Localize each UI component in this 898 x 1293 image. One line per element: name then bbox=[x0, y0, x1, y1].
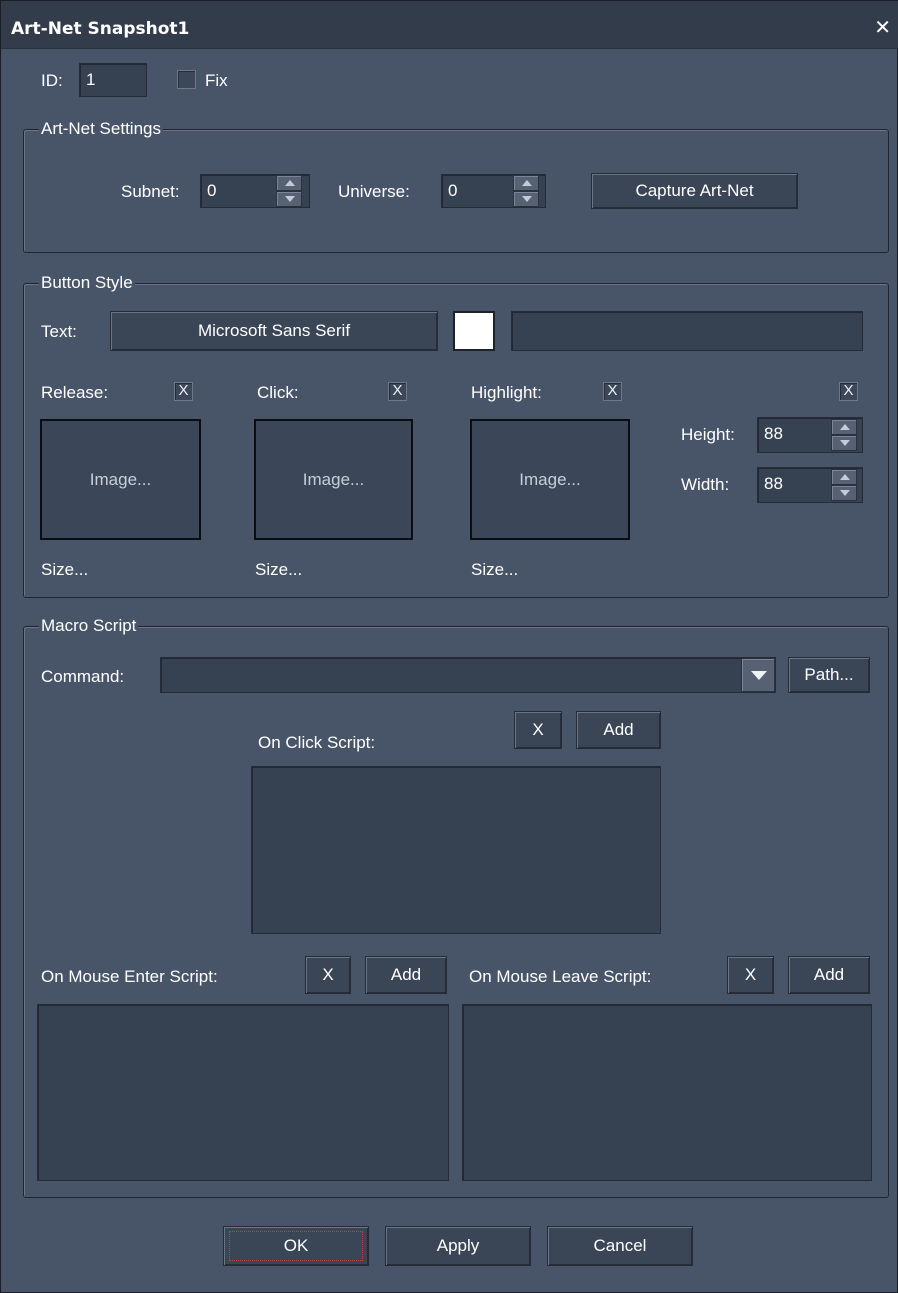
spin-up-icon[interactable] bbox=[831, 419, 857, 435]
command-label: Command: bbox=[41, 667, 125, 686]
release-checkbox[interactable]: X bbox=[174, 382, 193, 401]
click-image[interactable]: Image... bbox=[254, 419, 413, 540]
click-label: Click: bbox=[257, 383, 299, 402]
spin-up-icon[interactable] bbox=[513, 175, 539, 191]
macro-script-title: Macro Script bbox=[39, 616, 139, 636]
width-label: Width: bbox=[681, 475, 730, 494]
cancel-button[interactable]: Cancel bbox=[547, 1226, 693, 1266]
on-click-script-textarea[interactable] bbox=[251, 766, 661, 934]
button-text-field[interactable] bbox=[511, 311, 863, 351]
universe-label: Universe: bbox=[338, 182, 410, 201]
button-style-title: Button Style bbox=[39, 273, 135, 293]
highlight-checkbox[interactable]: X bbox=[603, 382, 622, 401]
on-click-clear-button[interactable]: X bbox=[514, 711, 562, 749]
highlight-image[interactable]: Image... bbox=[470, 419, 630, 540]
size-checkbox[interactable]: X bbox=[839, 382, 858, 401]
on-leave-clear-button[interactable]: X bbox=[727, 956, 774, 994]
release-label: Release: bbox=[41, 383, 109, 402]
width-spinner[interactable] bbox=[831, 469, 857, 501]
height-label: Height: bbox=[681, 425, 735, 444]
font-button[interactable]: Microsoft Sans Serif bbox=[110, 311, 438, 351]
click-checkbox[interactable]: X bbox=[388, 382, 407, 401]
spin-down-icon[interactable] bbox=[513, 191, 539, 207]
title-bar[interactable]: Art-Net Snapshot1 ✕ bbox=[1, 1, 898, 49]
spin-down-icon[interactable] bbox=[276, 191, 302, 207]
release-image[interactable]: Image... bbox=[40, 419, 201, 540]
on-enter-add-button[interactable]: Add bbox=[365, 956, 447, 994]
spin-down-icon[interactable] bbox=[831, 485, 857, 501]
click-size-link[interactable]: Size... bbox=[255, 560, 302, 580]
fix-checkbox[interactable] bbox=[177, 70, 196, 89]
on-leave-add-button[interactable]: Add bbox=[788, 956, 870, 994]
spin-down-icon[interactable] bbox=[831, 435, 857, 451]
subnet-label: Subnet: bbox=[121, 182, 180, 201]
universe-spinner[interactable] bbox=[513, 175, 539, 207]
id-label: ID: bbox=[41, 71, 63, 90]
window-title: Art-Net Snapshot1 bbox=[11, 19, 190, 39]
on-click-add-button[interactable]: Add bbox=[576, 711, 661, 749]
chevron-down-icon[interactable] bbox=[741, 658, 775, 692]
command-dropdown[interactable] bbox=[160, 657, 776, 693]
ok-button[interactable]: OK bbox=[223, 1226, 369, 1266]
apply-button[interactable]: Apply bbox=[385, 1226, 531, 1266]
dialog-window: Art-Net Snapshot1 ✕ ID: 1 Fix Art-Net Se… bbox=[0, 0, 898, 1293]
close-icon[interactable]: ✕ bbox=[874, 17, 891, 37]
id-field[interactable]: 1 bbox=[79, 63, 147, 97]
highlight-size-link[interactable]: Size... bbox=[471, 560, 518, 580]
on-mouse-leave-label: On Mouse Leave Script: bbox=[469, 967, 652, 986]
spin-up-icon[interactable] bbox=[831, 469, 857, 485]
on-mouse-enter-label: On Mouse Enter Script: bbox=[41, 967, 218, 986]
text-label: Text: bbox=[41, 322, 77, 341]
text-color-swatch[interactable] bbox=[453, 311, 495, 351]
height-spinner[interactable] bbox=[831, 419, 857, 451]
subnet-spinner[interactable] bbox=[276, 175, 302, 207]
on-click-script-label: On Click Script: bbox=[258, 733, 376, 752]
on-mouse-enter-textarea[interactable] bbox=[37, 1004, 449, 1181]
spin-up-icon[interactable] bbox=[276, 175, 302, 191]
path-button[interactable]: Path... bbox=[788, 657, 870, 693]
artnet-settings-title: Art-Net Settings bbox=[39, 119, 163, 139]
ok-button-label: OK bbox=[283, 1236, 309, 1255]
highlight-label: Highlight: bbox=[471, 383, 542, 402]
on-mouse-leave-textarea[interactable] bbox=[462, 1004, 872, 1181]
on-enter-clear-button[interactable]: X bbox=[305, 956, 351, 994]
fix-label: Fix bbox=[205, 71, 228, 90]
capture-artnet-button[interactable]: Capture Art-Net bbox=[591, 173, 798, 209]
release-size-link[interactable]: Size... bbox=[41, 560, 88, 580]
